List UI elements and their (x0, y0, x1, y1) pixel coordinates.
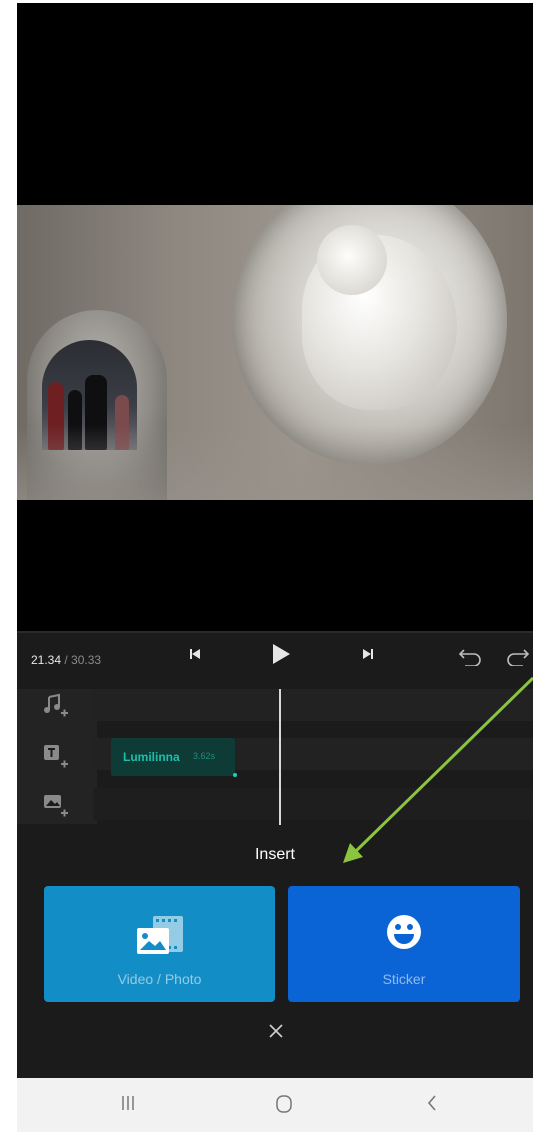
total-time: / 30.33 (64, 653, 102, 667)
music-add-icon (44, 693, 68, 717)
smiley-icon (386, 914, 422, 955)
play-button[interactable] (271, 643, 291, 670)
add-overlay-button[interactable] (43, 792, 69, 818)
skip-to-start-button[interactable] (188, 646, 202, 667)
insert-title: Insert (254, 846, 295, 863)
snow-sculpture-head (317, 225, 387, 295)
recent-apps-button[interactable] (121, 1094, 135, 1117)
insert-sticker-button[interactable]: Sticker (288, 886, 520, 1002)
preview-frame-image (17, 205, 533, 500)
skip-back-icon (190, 649, 200, 659)
home-button[interactable] (275, 1094, 293, 1119)
redo-button[interactable] (505, 646, 531, 671)
text-add-icon (44, 745, 68, 768)
back-icon (427, 1095, 436, 1111)
playhead[interactable] (279, 689, 281, 825)
redo-icon (507, 649, 530, 667)
text-clip[interactable]: Lumilinna 3.62s (111, 738, 237, 777)
undo-button[interactable] (457, 646, 483, 671)
play-icon (273, 644, 290, 664)
home-icon (276, 1095, 292, 1113)
image-add-icon (44, 795, 68, 817)
skip-forward-icon (363, 649, 373, 659)
video-photo-label: Video / Photo (117, 971, 202, 987)
close-insert-button[interactable] (268, 1023, 284, 1044)
undo-icon (458, 649, 481, 667)
add-text-button[interactable] (43, 743, 69, 769)
back-button[interactable] (425, 1094, 439, 1117)
app-screen: 21.34 / 30.33 Lumilinna 3.62s Insert Vid… (17, 3, 533, 1132)
current-time: 21.34 (31, 653, 62, 667)
text-clip-label: Lumilinna (123, 750, 180, 764)
snow-floor (17, 425, 533, 500)
time-readout: 21.34 / 30.33 (31, 653, 101, 667)
audio-track[interactable] (93, 689, 533, 721)
video-photo-icon (135, 914, 185, 961)
close-icon (269, 1024, 283, 1038)
sticker-label: Sticker (382, 971, 426, 987)
skip-to-end-button[interactable] (361, 646, 375, 667)
editor-panel: 21.34 / 30.33 Lumilinna 3.62s Insert Vid… (17, 633, 533, 1078)
overlay-track[interactable] (93, 788, 533, 820)
recent-apps-icon (122, 1096, 134, 1110)
android-nav-bar (17, 1078, 533, 1132)
clip-handle[interactable] (233, 773, 237, 777)
add-music-button[interactable] (43, 693, 69, 719)
text-clip-duration: 3.62s (193, 751, 216, 761)
insert-video-photo-button[interactable]: Video / Photo (44, 886, 275, 1002)
